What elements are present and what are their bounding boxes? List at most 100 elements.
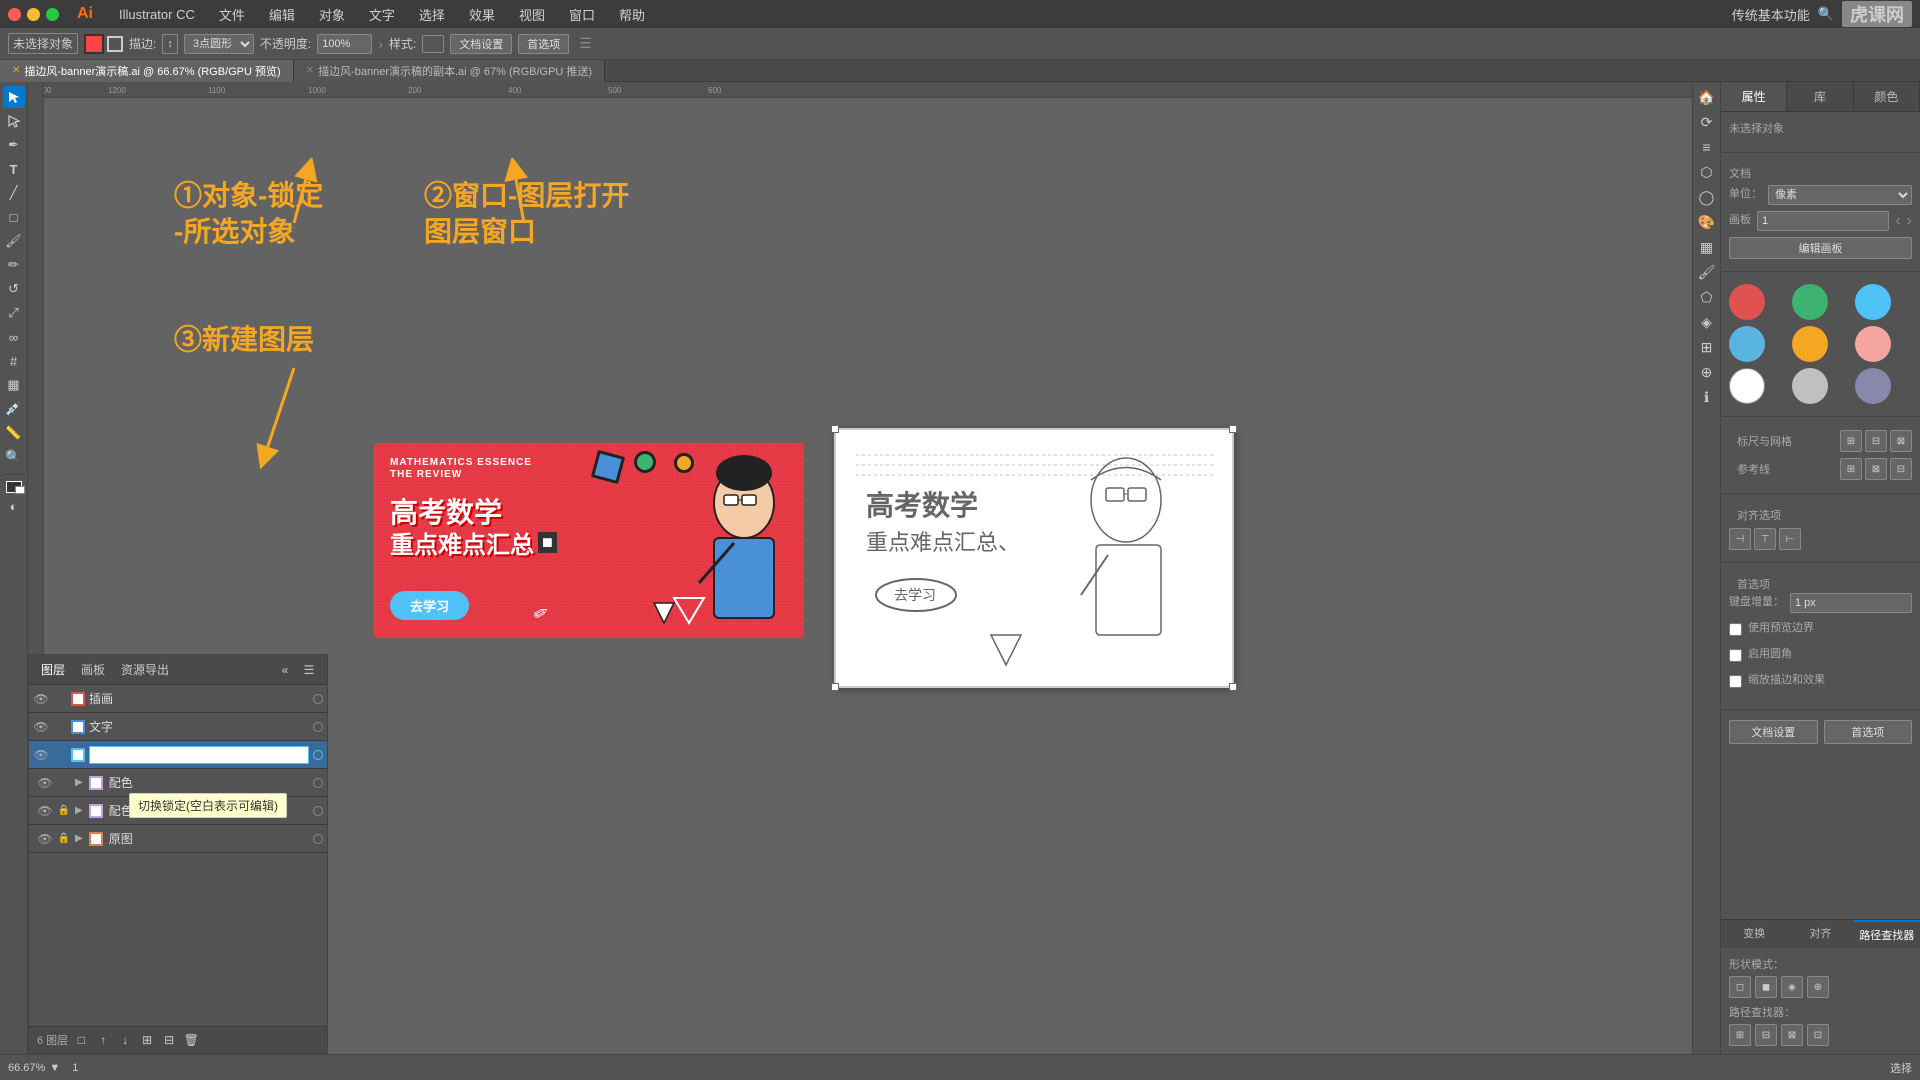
tab-color[interactable]: 颜色 bbox=[1854, 82, 1920, 111]
pen-tool[interactable]: ✒ bbox=[3, 134, 25, 156]
layer-eye-palette2[interactable]: 👁 bbox=[37, 803, 53, 819]
tab-1[interactable]: ✕ 描边风-banner演示稿.ai @ 66.67% (RGB/GPU 预览) bbox=[0, 60, 294, 82]
ref-icon-2[interactable]: ⊠ bbox=[1865, 458, 1887, 480]
close-button[interactable] bbox=[8, 8, 21, 21]
grid-icon-2[interactable]: ⊟ bbox=[1865, 430, 1887, 452]
menu-effect[interactable]: 效果 bbox=[459, 3, 505, 26]
tab-properties[interactable]: 属性 bbox=[1721, 82, 1787, 111]
swatch-orange[interactable] bbox=[1792, 326, 1828, 362]
ri-info-icon[interactable]: ℹ bbox=[1696, 386, 1718, 408]
minimize-button[interactable] bbox=[27, 8, 40, 21]
layers-new-layer-btn[interactable]: □ bbox=[72, 1031, 90, 1049]
eyedropper-tool[interactable]: 💉 bbox=[3, 398, 25, 420]
align-left-icon[interactable]: ⊣ bbox=[1729, 528, 1751, 550]
keyboard-nudge-input[interactable] bbox=[1790, 593, 1912, 613]
menu-file[interactable]: 文件 bbox=[209, 3, 255, 26]
layers-menu-btn[interactable]: ☰ bbox=[299, 660, 319, 680]
line-tool[interactable]: ╱ bbox=[3, 182, 25, 204]
measure-tool[interactable]: 📏 bbox=[3, 422, 25, 444]
layer-row-text[interactable]: 👁 文字 bbox=[29, 713, 327, 741]
layers-add-btn[interactable]: ⊞ bbox=[138, 1031, 156, 1049]
ri-graphic-icon[interactable]: ⊞ bbox=[1696, 336, 1718, 358]
fill-icon[interactable] bbox=[6, 481, 22, 493]
opacity-input[interactable] bbox=[317, 34, 372, 54]
swatch-sky-blue[interactable] bbox=[1729, 326, 1765, 362]
stroke-arrows[interactable]: ↕ bbox=[162, 34, 178, 54]
layer-eye-palette1[interactable]: 👁 bbox=[37, 775, 53, 791]
type-tool[interactable]: T bbox=[3, 158, 25, 180]
layer-lock-active[interactable] bbox=[53, 748, 67, 762]
layers-move-down-btn[interactable]: ↓ bbox=[116, 1031, 134, 1049]
swatch-white[interactable] bbox=[1729, 368, 1765, 404]
swatch-pink[interactable] bbox=[1855, 326, 1891, 362]
layers-delete-btn[interactable]: 🗑 bbox=[182, 1031, 200, 1049]
qa-pref-button[interactable]: 首选项 bbox=[1824, 720, 1913, 744]
shape-select[interactable]: 3点圆形 bbox=[184, 34, 254, 54]
pf-trim-icon[interactable]: ⊟ bbox=[1755, 1024, 1777, 1046]
layer-lock-illustrations[interactable] bbox=[53, 692, 67, 706]
tab-2[interactable]: ✕ 描边风-banner演示稿的副本.ai @ 67% (RGB/GPU 推送) bbox=[294, 60, 605, 82]
board-prev[interactable]: ‹ bbox=[1895, 212, 1900, 230]
layers-tab-boards[interactable]: 画板 bbox=[77, 659, 109, 680]
ri-brush-icon[interactable]: 🖌 bbox=[1696, 261, 1718, 283]
layer-eye-active[interactable]: 👁 bbox=[33, 747, 49, 763]
grid-icon-3[interactable]: ⊠ bbox=[1890, 430, 1912, 452]
layers-move-up-btn[interactable]: ↑ bbox=[94, 1031, 112, 1049]
menu-item-illustrator[interactable]: Illustrator CC bbox=[109, 5, 205, 24]
layers-collapse-btn[interactable]: « bbox=[275, 660, 295, 680]
ri-transform-icon[interactable]: ⟳ bbox=[1696, 111, 1718, 133]
swatch-purple-gray[interactable] bbox=[1855, 368, 1891, 404]
tab-pathfinder[interactable]: 路径查找器 bbox=[1854, 920, 1920, 948]
paintbrush-tool[interactable]: 🖌 bbox=[3, 230, 25, 252]
rotate-tool[interactable]: ↺ bbox=[3, 278, 25, 300]
menu-view[interactable]: 视图 bbox=[509, 3, 555, 26]
layer-expand-palette2[interactable]: ▶ bbox=[75, 805, 83, 816]
menu-help[interactable]: 帮助 bbox=[609, 3, 655, 26]
snap-border-checkbox[interactable] bbox=[1729, 623, 1742, 636]
menu-object[interactable]: 对象 bbox=[309, 3, 355, 26]
grid-icon-1[interactable]: ⊞ bbox=[1840, 430, 1862, 452]
fill-color-box[interactable] bbox=[84, 34, 104, 54]
swatch-light-gray[interactable] bbox=[1792, 368, 1828, 404]
raster-checkbox[interactable] bbox=[1729, 675, 1742, 688]
pencil-tool[interactable]: ✏ bbox=[3, 254, 25, 276]
swatch-cyan[interactable] bbox=[1855, 284, 1891, 320]
shape-exclude-icon[interactable]: ⊕ bbox=[1807, 976, 1829, 998]
mesh-tool[interactable]: # bbox=[3, 350, 25, 372]
align-right-icon[interactable]: ⊢ bbox=[1779, 528, 1801, 550]
pf-merge-icon[interactable]: ⊠ bbox=[1781, 1024, 1803, 1046]
layer-row-active[interactable]: 👁 bbox=[29, 741, 327, 769]
layer-expand-original[interactable]: ▶ bbox=[75, 833, 83, 844]
selection-tool[interactable] bbox=[3, 86, 25, 108]
swatch-green[interactable] bbox=[1792, 284, 1828, 320]
shape-minus-icon[interactable]: ◼ bbox=[1755, 976, 1777, 998]
doc-settings-button[interactable]: 文档设置 bbox=[450, 34, 512, 54]
layers-tab-export[interactable]: 资源导出 bbox=[117, 659, 173, 680]
scale-tool[interactable]: ⤢ bbox=[3, 302, 25, 324]
banner-go-btn[interactable]: 去学习 bbox=[390, 591, 469, 620]
swatch-red[interactable] bbox=[1729, 284, 1765, 320]
layer-eye-original[interactable]: 👁 bbox=[37, 831, 53, 847]
gradient-tool[interactable]: ▦ bbox=[3, 374, 25, 396]
style-swatch[interactable] bbox=[422, 35, 444, 53]
layer-name-input-active[interactable] bbox=[89, 746, 309, 764]
ri-appearance-icon[interactable]: ◈ bbox=[1696, 311, 1718, 333]
layer-expand-palette1[interactable]: ▶ bbox=[75, 777, 83, 788]
ri-swatches-icon[interactable]: ▦ bbox=[1696, 236, 1718, 258]
layer-lock-original[interactable]: 🔒 bbox=[57, 832, 71, 846]
tab-transform[interactable]: 变换 bbox=[1721, 920, 1787, 948]
ri-symbols-icon[interactable]: ⬠ bbox=[1696, 286, 1718, 308]
layers-sub-btn[interactable]: ⊟ bbox=[160, 1031, 178, 1049]
tab-align[interactable]: 对齐 bbox=[1787, 920, 1853, 948]
ri-color-icon[interactable]: 🎨 bbox=[1696, 211, 1718, 233]
ref-icon-3[interactable]: ⊟ bbox=[1890, 458, 1912, 480]
pf-divide-icon[interactable]: ⊞ bbox=[1729, 1024, 1751, 1046]
edit-board-button[interactable]: 编辑画板 bbox=[1729, 237, 1912, 259]
menu-edit[interactable]: 编辑 bbox=[259, 3, 305, 26]
layer-lock-palette2[interactable]: 🔒 bbox=[57, 804, 71, 818]
search-icon[interactable]: 🔍 bbox=[1818, 6, 1834, 22]
layer-row-illustrations[interactable]: 👁 插画 bbox=[29, 685, 327, 713]
round-corner-checkbox[interactable] bbox=[1729, 649, 1742, 662]
shape-intersect-icon[interactable]: ◈ bbox=[1781, 976, 1803, 998]
pf-crop-icon[interactable]: ⊡ bbox=[1807, 1024, 1829, 1046]
